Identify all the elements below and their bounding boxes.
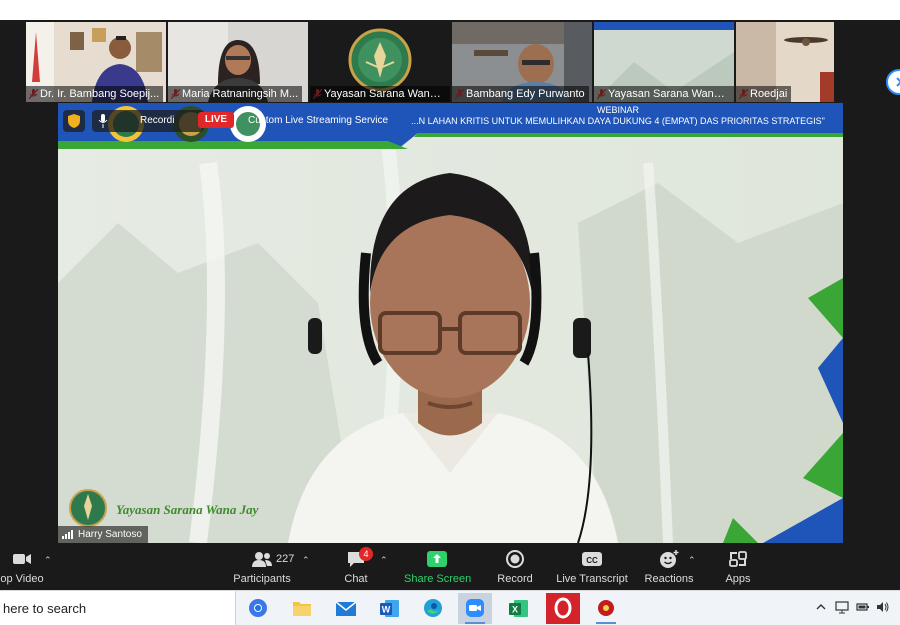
chat-button[interactable]: Chat 4 <box>338 547 374 585</box>
apps-label: Apps <box>725 573 751 585</box>
taskbar-app-word[interactable]: W <box>373 593 407 624</box>
participant-tile[interactable]: Roedjai <box>736 22 834 102</box>
folder-icon <box>293 602 311 616</box>
taskbar-app-opera[interactable] <box>546 593 580 624</box>
taskbar-search-text: here to search <box>3 601 87 616</box>
taskbar-app-file-explorer[interactable] <box>285 593 319 624</box>
participants-label: Participants <box>233 573 291 585</box>
apps-button[interactable]: Apps <box>720 549 756 585</box>
chevron-up-icon[interactable] <box>815 601 827 613</box>
record-icon <box>506 550 524 568</box>
security-pill[interactable] <box>63 110 85 132</box>
participant-name: Yayasan Sarana Wana ... <box>594 86 734 102</box>
taskbar-search-box[interactable]: here to search <box>0 591 236 625</box>
chrome-icon <box>249 599 267 617</box>
participant-gallery: Dr. Ir. Bambang Soepij... Maria Ratnanin… <box>0 20 900 102</box>
streaming-service-label[interactable]: Custom Live Streaming Service <box>248 115 388 126</box>
taskbar-app-zoom[interactable] <box>458 593 492 624</box>
window-top-strip <box>0 0 900 20</box>
chevron-right-icon <box>896 77 900 87</box>
speaker-name-tag: Harry Santoso <box>58 526 148 543</box>
participant-tile[interactable]: Yayasan Sarana Wana ... <box>594 22 734 102</box>
chat-options-caret[interactable]: ⌃ <box>380 555 388 566</box>
record-label: Record <box>497 573 533 585</box>
reactions-options-caret[interactable]: ⌃ <box>688 555 696 566</box>
share-screen-button[interactable]: Share Screen <box>404 549 472 585</box>
participant-name: Yayasan Sarana Wana ... <box>310 86 450 102</box>
apps-icon <box>729 551 747 567</box>
volume-icon[interactable] <box>876 601 890 613</box>
video-options-caret[interactable]: ⌃ <box>44 555 52 566</box>
emoji-plus-icon <box>660 550 679 568</box>
webinar-subheading: ...N LAHAN KRITIS UNTUK MEMULIHKAN DAYA … <box>411 116 825 126</box>
zoom-icon <box>466 599 484 617</box>
edge-icon <box>424 599 442 617</box>
participant-name: Bambang Edy Purwanto <box>452 86 589 102</box>
watermark-text: Yayasan Sarana Wana Jay <box>116 502 259 517</box>
windows-taskbar: here to search W X <box>0 590 900 625</box>
excel-icon: X <box>509 600 528 617</box>
participant-tile[interactable]: Dr. Ir. Bambang Soepij... <box>26 22 166 102</box>
participant-tile[interactable]: Yayasan Sarana Wana ... <box>310 22 450 102</box>
closed-caption-icon: CC <box>582 552 602 566</box>
chat-label: Chat <box>344 573 368 585</box>
participant-tile[interactable]: Bambang Edy Purwanto <box>452 22 592 102</box>
battery-icon[interactable] <box>856 601 870 613</box>
webinar-heading: WEBINAR <box>596 105 639 115</box>
active-indicator <box>596 622 616 624</box>
taskbar-app-mail[interactable] <box>329 593 363 624</box>
signal-bars-icon <box>62 530 73 539</box>
live-transcript-label: Live Transcript <box>556 573 628 585</box>
svg-text:CC: CC <box>586 556 598 565</box>
participant-tile[interactable]: Maria Ratnaningsih M... <box>168 22 308 102</box>
active-indicator <box>465 622 485 624</box>
share-screen-label: Share Screen <box>404 573 472 585</box>
organization-logo <box>69 489 107 527</box>
participant-name: Roedjai <box>736 86 792 102</box>
participants-icon <box>252 552 272 567</box>
participant-name: Maria Ratnaningsih M... <box>168 86 303 102</box>
zoom-meeting-window: Dr. Ir. Bambang Soepij... Maria Ratnanin… <box>0 0 900 625</box>
taskbar-app-chrome[interactable] <box>241 593 275 624</box>
organization-watermark: Yayasan Sarana Wana Jay <box>68 488 258 528</box>
participants-count: 227 <box>276 553 295 565</box>
reactions-label: Reactions <box>644 573 694 585</box>
word-icon: W <box>380 600 399 617</box>
webinar-banner: Recordi LIVE Custom Live Streaming Servi… <box>58 103 843 149</box>
gallery-next-button[interactable] <box>886 69 900 95</box>
speaker-background <box>58 103 843 543</box>
opera-icon <box>554 597 572 619</box>
mic-icon <box>98 114 108 128</box>
record-button[interactable]: Record <box>494 549 536 585</box>
speaker-name: Harry Santoso <box>78 529 142 540</box>
chat-unread-badge: 4 <box>359 547 373 561</box>
share-screen-icon <box>427 551 447 567</box>
stop-video-label: op Video <box>0 573 44 585</box>
live-badge[interactable]: LIVE <box>198 112 234 128</box>
meeting-toolbar: op Video ⌃ Participants 227 ⌃ Chat 4 ⌃ S… <box>0 545 900 590</box>
video-camera-icon <box>13 554 31 564</box>
taskbar-app-excel[interactable]: X <box>502 593 536 624</box>
shield-icon <box>68 114 80 128</box>
display-icon[interactable] <box>835 601 849 614</box>
recording-label: Recordi <box>140 115 175 126</box>
mail-icon <box>335 601 357 616</box>
taskbar-app-game[interactable] <box>589 593 623 624</box>
taskbar-app-edge[interactable] <box>416 593 450 624</box>
participants-options-caret[interactable]: ⌃ <box>302 555 310 566</box>
live-transcript-button[interactable]: CC Live Transcript <box>554 549 630 585</box>
participant-name: Dr. Ir. Bambang Soepij... <box>26 86 164 102</box>
active-speaker-video: Recordi LIVE Custom Live Streaming Servi… <box>58 103 843 543</box>
stop-video-button[interactable]: op Video <box>0 549 44 585</box>
app-icon <box>598 600 614 616</box>
webinar-title: WEBINAR ...N LAHAN KRITIS UNTUK MEMULIHK… <box>398 105 838 127</box>
svg-text:W: W <box>382 605 391 615</box>
svg-text:X: X <box>512 605 518 615</box>
